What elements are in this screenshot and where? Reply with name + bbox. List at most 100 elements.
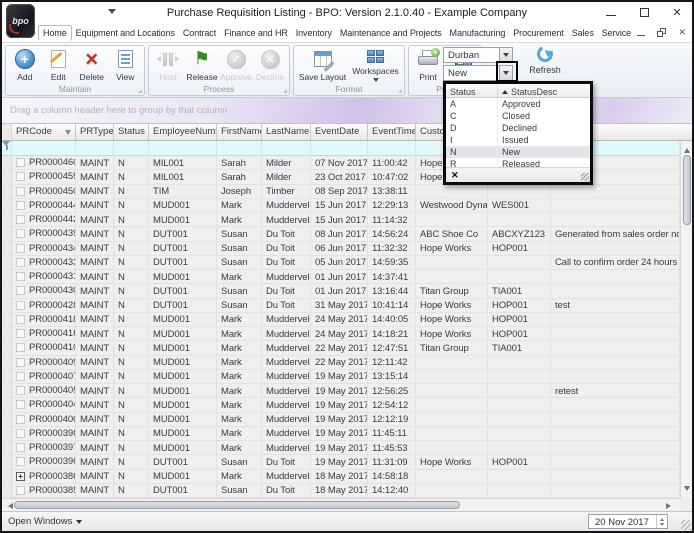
- expand-icon[interactable]: [16, 486, 25, 495]
- scroll-up-icon[interactable]: [684, 145, 690, 153]
- mdi-restore-button[interactable]: [657, 28, 666, 37]
- table-row[interactable]: PR0000416MAINTNMUD001MarkMudderveld24 Ma…: [2, 327, 680, 341]
- status-option-i[interactable]: IIssued: [446, 134, 590, 146]
- expand-icon[interactable]: [16, 244, 25, 253]
- expand-icon[interactable]: [16, 215, 25, 224]
- scroll-down-icon[interactable]: [684, 486, 690, 494]
- table-row[interactable]: PR0000385MAINTNDUT001SusanDu Toit18 May …: [2, 484, 680, 498]
- filter-cell-eventtime[interactable]: [368, 141, 416, 156]
- mdi-minimize-button[interactable]: [637, 30, 645, 36]
- print-button[interactable]: + Print: [412, 47, 444, 85]
- table-row[interactable]: +PR0000386MAINTNMUD001MarkMudderveld18 M…: [2, 470, 680, 484]
- tab-procurement[interactable]: Procurement: [509, 26, 567, 40]
- expand-icon[interactable]: [16, 343, 25, 352]
- table-row[interactable]: PR0000431MAINTNMUD001MarkMudderveld01 Ju…: [2, 270, 680, 284]
- table-row[interactable]: PR0000398MAINTNMUD001MarkMudderveld19 Ma…: [2, 427, 680, 441]
- vertical-scroll-thumb[interactable]: [683, 155, 691, 225]
- filter-cell-prcode[interactable]: [12, 141, 76, 156]
- scroll-right-icon[interactable]: [666, 503, 674, 509]
- expand-icon[interactable]: [16, 400, 25, 409]
- filter-cell-eventdate[interactable]: [311, 141, 368, 156]
- expand-icon[interactable]: [16, 172, 25, 181]
- column-header-employeenumber[interactable]: EmployeeNumber: [149, 124, 217, 141]
- table-row[interactable]: PR0000407MAINTNMUD001MarkMudderveld19 Ma…: [2, 370, 680, 384]
- expand-icon[interactable]: [16, 386, 25, 395]
- table-row[interactable]: PR0000439MAINTNDUT001SusanDu Toit08 Jun …: [2, 227, 680, 241]
- hold-button[interactable]: Hold: [152, 47, 184, 85]
- filter-cell-status[interactable]: [114, 141, 149, 156]
- popup-resize-grip[interactable]: [581, 173, 589, 181]
- table-row[interactable]: PR0000428MAINTNDUT001SusanDu Toit31 May …: [2, 299, 680, 313]
- column-header-prcode[interactable]: PRCode: [12, 124, 76, 141]
- expand-icon[interactable]: [16, 415, 25, 424]
- column-header-status[interactable]: Status: [114, 124, 149, 141]
- status-option-a[interactable]: AApproved: [446, 98, 590, 110]
- status-option-c[interactable]: CClosed: [446, 110, 590, 122]
- table-row[interactable]: PR0000405MAINTNMUD001MarkMudderveld19 Ma…: [2, 384, 680, 398]
- tab-contract[interactable]: Contract: [179, 26, 220, 40]
- expand-icon[interactable]: [16, 286, 25, 295]
- tab-finance-and-hr[interactable]: Finance and HR: [220, 26, 292, 40]
- resize-grip[interactable]: [681, 520, 691, 530]
- expand-icon[interactable]: [16, 457, 25, 466]
- expand-icon[interactable]: [16, 272, 25, 281]
- horizontal-scroll-thumb[interactable]: [14, 501, 460, 509]
- column-header-eventdate[interactable]: EventDate: [311, 124, 368, 141]
- expand-icon[interactable]: [16, 229, 25, 238]
- status-option-n[interactable]: NNew: [446, 146, 590, 158]
- expand-icon[interactable]: [16, 443, 25, 452]
- expand-icon[interactable]: [16, 429, 25, 438]
- vertical-scrollbar[interactable]: [680, 141, 692, 498]
- save-layout-button[interactable]: Save Layout: [297, 47, 348, 85]
- approve-button[interactable]: ✓ Approve: [220, 47, 252, 85]
- table-row[interactable]: PR0000430MAINTNDUT001SusanDu Toit01 Jun …: [2, 284, 680, 298]
- table-row[interactable]: PR0000450MAINTNTIMJosephTimber08 Sep 201…: [2, 185, 680, 199]
- bpo-logo-icon[interactable]: bpo: [6, 4, 35, 38]
- expand-icon[interactable]: [16, 201, 25, 210]
- maximize-button[interactable]: [637, 5, 651, 19]
- tab-maintenance-and-projects[interactable]: Maintenance and Projects: [336, 26, 446, 40]
- edit-button[interactable]: Edit: [43, 47, 75, 85]
- dropdown-column-status[interactable]: Status: [446, 84, 498, 97]
- filter-cell-lastname[interactable]: [262, 141, 311, 156]
- column-header-prtype[interactable]: PRType: [76, 124, 114, 141]
- open-windows-button[interactable]: Open Windows: [8, 516, 82, 527]
- expand-icon[interactable]: [16, 301, 25, 310]
- site-combobox-arrow[interactable]: [499, 48, 512, 62]
- tab-home[interactable]: Home: [38, 25, 72, 41]
- quick-access-caret-icon[interactable]: [108, 9, 116, 18]
- expand-icon[interactable]: [16, 358, 25, 367]
- tab-equipment-and-locations[interactable]: Equipment and Locations: [72, 26, 179, 40]
- table-row[interactable]: PR0000433MAINTNDUT001SusanDu Toit05 Jun …: [2, 256, 680, 270]
- column-header-firstname[interactable]: FirstName: [217, 124, 262, 141]
- expand-icon[interactable]: [16, 372, 25, 381]
- tab-manufacturing[interactable]: Manufacturing: [446, 26, 510, 40]
- view-button[interactable]: View: [110, 47, 142, 85]
- expand-icon[interactable]: [16, 187, 25, 196]
- scroll-left-icon[interactable]: [5, 503, 13, 509]
- close-button[interactable]: ✕: [670, 5, 684, 19]
- filter-cell-prtype[interactable]: [76, 141, 114, 156]
- horizontal-scrollbar[interactable]: [2, 498, 680, 511]
- mdi-close-button[interactable]: ✕: [678, 27, 686, 38]
- date-spinner[interactable]: [656, 515, 667, 528]
- table-row[interactable]: PR0000404MAINTNMUD001MarkMudderveld19 Ma…: [2, 398, 680, 412]
- table-row[interactable]: PR0000444MAINTNMUD001MarkMudderveld15 Ju…: [2, 199, 680, 213]
- table-row[interactable]: PR0000396MAINTNDUT001SusanDu Toit19 May …: [2, 455, 680, 469]
- date-editor[interactable]: 20 Nov 2017: [588, 514, 668, 529]
- dropdown-column-statusdesc[interactable]: StatusDesc: [498, 84, 590, 97]
- expand-plus-icon[interactable]: +: [16, 472, 25, 481]
- column-header-lastname[interactable]: LastName: [262, 124, 311, 141]
- minimize-button[interactable]: [604, 5, 618, 19]
- column-header-eventtime[interactable]: EventTime: [368, 124, 416, 141]
- tab-inventory[interactable]: Inventory: [292, 26, 336, 40]
- tab-sales[interactable]: Sales: [568, 26, 598, 40]
- decline-button[interactable]: ✕ Decline: [254, 47, 286, 85]
- tab-service[interactable]: Service: [598, 26, 634, 40]
- table-row[interactable]: PR0000409MAINTNMUD001MarkMudderveld22 Ma…: [2, 356, 680, 370]
- release-button[interactable]: ⚑ Release: [186, 47, 218, 85]
- workspaces-button[interactable]: Workspaces: [350, 47, 401, 85]
- expand-icon[interactable]: [16, 158, 25, 167]
- table-row[interactable]: PR0000418MAINTNMUD001MarkMudderveld24 Ma…: [2, 313, 680, 327]
- table-row[interactable]: PR0000410MAINTNMUD001MarkMudderveld22 Ma…: [2, 341, 680, 355]
